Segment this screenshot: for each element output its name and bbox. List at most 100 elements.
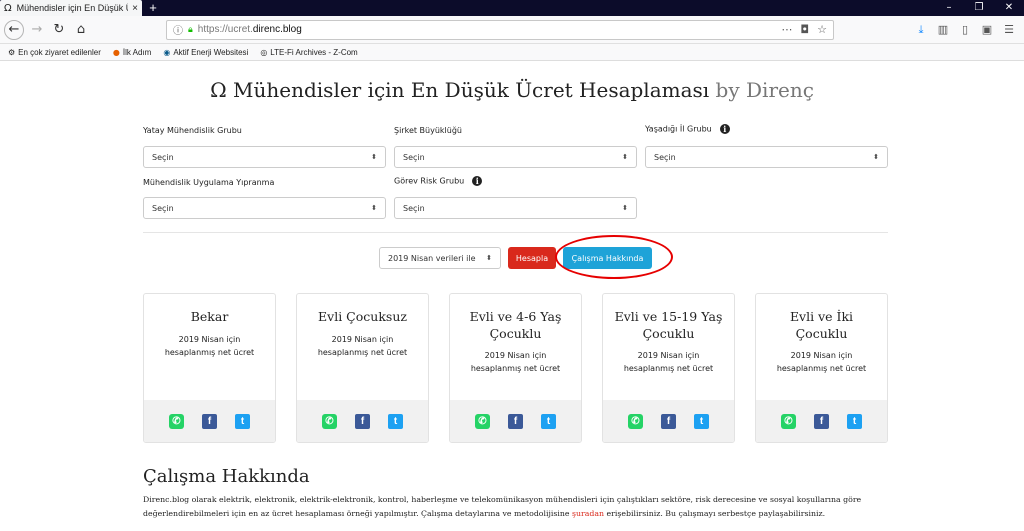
bookmark-star-icon[interactable]: ☆	[817, 23, 827, 36]
info-icon[interactable]: ⓘ	[173, 22, 183, 37]
uygulama-label: Mühendislik Uygulama Yıpranma	[143, 178, 275, 187]
facebook-icon[interactable]: f	[661, 413, 676, 429]
gorev-select[interactable]: Seçin ⬍	[394, 197, 637, 219]
sidebar-icon[interactable]: ▯	[954, 23, 976, 37]
facebook-icon[interactable]: f	[814, 413, 829, 429]
yatay-select[interactable]: Seçin ⬍	[143, 146, 386, 168]
back-arrow-icon[interactable]: ←	[4, 19, 24, 40]
library-icon[interactable]: ▥	[932, 23, 954, 37]
whatsapp-icon[interactable]: ✆	[781, 413, 796, 429]
bookmark-item[interactable]: ⚙ En çok ziyaret edilenler	[8, 48, 101, 57]
card-bekar: Bekar 2019 Nisan için hesaplanmış net üc…	[143, 293, 276, 443]
card-evli-4-6: Evli ve 4-6 Yaş Çocuklu 2019 Nisan için …	[449, 293, 582, 443]
bookmark-item[interactable]: ● İlk Adım	[113, 48, 151, 57]
gorev-label: Görev Risk Grubu	[394, 176, 465, 186]
bookmark-item[interactable]: ◉ Aktif Enerji Websitesi	[163, 48, 248, 57]
yasadigi-label: Yaşadığı İl Grubu	[645, 124, 712, 134]
card-share-bar: ✆ f t	[450, 400, 581, 442]
whatsapp-icon[interactable]: ✆	[322, 413, 337, 429]
bookmark-label: LTE-Fi Archives - Z-Com	[270, 47, 358, 57]
twitter-icon[interactable]: t	[694, 413, 709, 429]
yasadigi-label-wrap: Yaşadığı İl Grubu i	[645, 124, 730, 134]
select-value: Seçin	[152, 152, 174, 162]
aktif-icon: ◉	[163, 47, 171, 57]
card-evli-15-19: Evli ve 15-19 Yaş Çocuklu 2019 Nisan içi…	[602, 293, 735, 443]
tab-close-icon[interactable]: ×	[132, 3, 138, 14]
page-title: Ω Mühendisler için En Düşük Ücret Hesapl…	[0, 78, 1024, 102]
reload-icon[interactable]: ↻	[48, 19, 70, 41]
globe-icon: ◎	[260, 47, 268, 57]
select-arrows-icon: ⬍	[873, 153, 879, 161]
twitter-icon[interactable]: t	[235, 413, 250, 429]
whatsapp-icon[interactable]: ✆	[628, 413, 643, 429]
sirket-select[interactable]: Seçin ⬍	[394, 146, 637, 168]
facebook-icon[interactable]: f	[508, 413, 523, 429]
new-tab-button[interactable]: +	[142, 0, 164, 16]
twitter-icon[interactable]: t	[388, 413, 403, 429]
methodology-link[interactable]: şuradan	[572, 509, 604, 518]
whatsapp-icon[interactable]: ✆	[169, 413, 184, 429]
card-subtitle: 2019 Nisan için hesaplanmış net ücret	[470, 351, 561, 373]
divider	[143, 232, 888, 233]
minimize-icon[interactable]: –	[934, 0, 964, 16]
download-icon[interactable]: ⤓	[910, 23, 932, 37]
window-controls: – ❐ ✕	[934, 0, 1024, 16]
restore-icon[interactable]: ❐	[964, 0, 994, 16]
omega-favicon-icon: Ω	[4, 2, 12, 14]
card-title: Evli Çocuksuz	[318, 309, 407, 324]
about-heading: Çalışma Hakkında	[143, 466, 310, 487]
card-title: Evli ve 4-6 Yaş Çocuklu	[469, 309, 562, 341]
home-icon[interactable]: ⌂	[70, 19, 92, 41]
forward-arrow-icon[interactable]: →	[26, 19, 48, 41]
twitter-icon[interactable]: t	[847, 413, 862, 429]
info-icon[interactable]: i	[472, 176, 483, 186]
card-title: Evli ve İki Çocuklu	[789, 309, 854, 341]
pocket-icon[interactable]: ◘	[800, 23, 809, 36]
menu-icon[interactable]: ☰	[998, 23, 1020, 37]
yatay-label: Yatay Mühendislik Grubu	[143, 126, 242, 135]
facebook-icon[interactable]: f	[355, 413, 370, 429]
bookmark-label: En çok ziyaret edilenler	[18, 47, 101, 57]
bookmarks-toolbar: ⚙ En çok ziyaret edilenler ● İlk Adım ◉ …	[0, 44, 1024, 61]
sirket-label: Şirket Büyüklüğü	[394, 126, 462, 135]
bookmark-label: Aktif Enerji Websitesi	[173, 47, 249, 57]
select-arrows-icon: ⬍	[622, 153, 628, 161]
tab-title: Mühendisler için En Düşük Ücre	[16, 3, 129, 13]
card-share-bar: ✆ f t	[603, 400, 734, 442]
info-icon[interactable]: i	[719, 124, 730, 134]
close-window-icon[interactable]: ✕	[994, 0, 1024, 16]
card-evli-cocuksuz: Evli Çocuksuz 2019 Nisan için hesaplanmı…	[296, 293, 429, 443]
card-evli-iki-cocuklu: Evli ve İki Çocuklu 2019 Nisan için hesa…	[755, 293, 888, 443]
highlight-circle	[555, 235, 673, 279]
url-bar[interactable]: ⓘ 🔒︎ https://ucret. direnc.blog ⋯ ◘ ☆	[166, 19, 834, 40]
select-arrows-icon: ⬍	[371, 204, 377, 212]
select-arrows-icon: ⬍	[486, 254, 492, 262]
select-value: Seçin	[403, 152, 425, 162]
calculate-button[interactable]: Hesapla	[508, 247, 556, 269]
card-subtitle: 2019 Nisan için hesaplanmış net ücret	[317, 335, 408, 357]
card-share-bar: ✆ f t	[144, 400, 275, 442]
whatsapp-icon[interactable]: ✆	[475, 413, 490, 429]
uygulama-select[interactable]: Seçin ⬍	[143, 197, 386, 219]
select-value: Seçin	[654, 152, 676, 162]
lock-icon[interactable]: 🔒︎	[188, 24, 193, 35]
url-prefix: https://ucret.	[197, 24, 253, 35]
card-title: Bekar	[190, 309, 229, 324]
extension-icon[interactable]: ▣	[976, 23, 998, 37]
bookmark-label: İlk Adım	[122, 47, 152, 57]
yasadigi-select[interactable]: Seçin ⬍	[645, 146, 888, 168]
facebook-icon[interactable]: f	[202, 413, 217, 429]
card-subtitle: 2019 Nisan için hesaplanmış net ücret	[776, 351, 867, 373]
browser-tab[interactable]: Ω Mühendisler için En Düşük Ücre ×	[0, 0, 142, 16]
title-by: by Direnç	[715, 78, 814, 102]
firefox-icon: ●	[112, 47, 120, 57]
bookmark-item[interactable]: ◎ LTE-Fi Archives - Z-Com	[260, 48, 357, 57]
url-host: direnc.blog	[252, 24, 302, 35]
twitter-icon[interactable]: t	[541, 413, 556, 429]
data-period-select[interactable]: 2019 Nisan verileri ile ⬍	[379, 247, 501, 269]
card-share-bar: ✆ f t	[297, 400, 428, 442]
gear-icon: ⚙	[8, 47, 16, 57]
page-actions-icon[interactable]: ⋯	[781, 23, 792, 36]
nav-bar: ← → ↻ ⌂ ⓘ 🔒︎ https://ucret. direnc.blog ⋯…	[0, 16, 1024, 44]
select-arrows-icon: ⬍	[371, 153, 377, 161]
